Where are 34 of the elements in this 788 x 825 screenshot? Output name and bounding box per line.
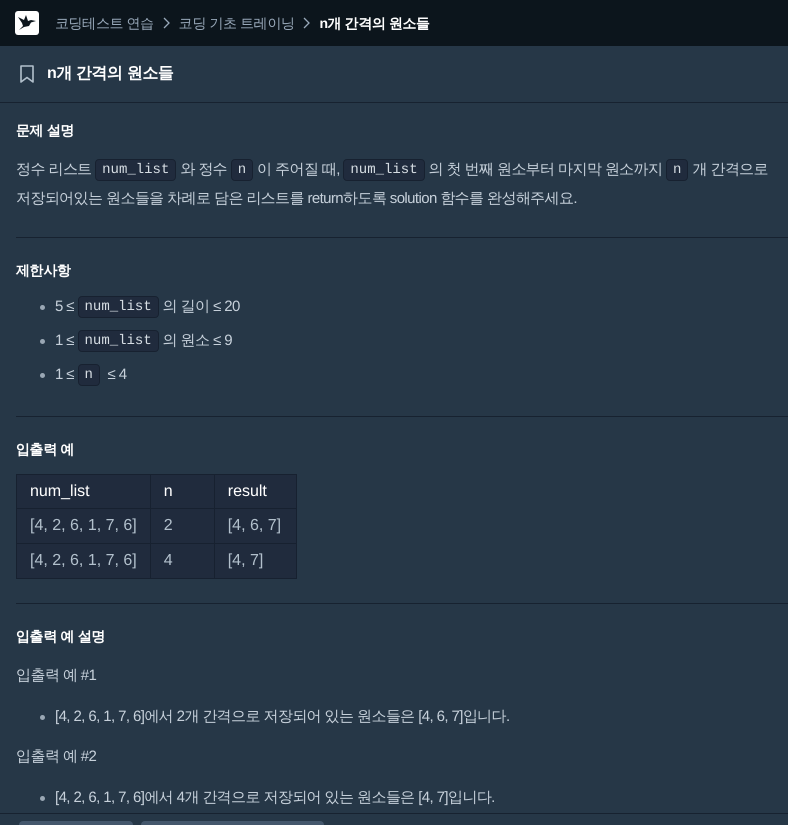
bird-logo-icon[interactable] [15,11,39,35]
breadcrumb-link[interactable]: 코딩테스트 연습 [55,13,154,33]
list-item-text: 1 ≤ n ≤ 4 [55,363,126,387]
paragraph-text: 입출력 예 #2 [16,747,98,767]
chevron-icon [162,17,170,29]
bullet-icon [40,796,45,800]
list-item-text: 5 ≤ num_list 의 길이 ≤ 20 [55,295,240,319]
bullet-icon [40,714,45,720]
table-cell: [4, 2, 6, 1, 7, 6] [16,544,150,578]
table-cell: [4, 6, 7] [214,508,296,544]
breadcrumb-current: n개 간격의 원소들 [319,14,430,33]
paragraph-text: 입출력 예 #1 [16,666,98,686]
column-header: n [150,474,214,508]
problem-title: n개 간격의 원소들 [47,64,174,84]
table-cell: 4 [150,544,214,578]
section-heading: 입출력 예 [16,440,76,459]
bullet-icon [40,304,45,310]
table-cell: 2 [150,508,214,544]
bookmark-icon[interactable] [20,65,34,83]
section-heading: 문제 설명 [16,121,76,140]
list-item-text: [4, 2, 6, 1, 7, 6]에서 4개 간격으로 저장되어 있는 원소들은 [4, 7]입니다. [55,788,495,808]
section-heading: 입출력 예 설명 [16,627,106,646]
bullet-icon [40,372,45,378]
paragraph-text: 정수 리스트 num_list 와 정수 n 이 주어질 때, num_list 의 첫 번째 원소부터 마지막 원소까지 n 개 간격으로 저장되어있는 원소들을 차례로 담은 리스트를 return하도록 solution 함수를 완성해주세요. [16,158,769,209]
bullet-icon [40,338,45,344]
list-item-text: 1 ≤ num_list 의 원소 ≤ 9 [55,329,232,353]
list-item-text: [4, 2, 6, 1, 7, 6]에서 2개 간격으로 저장되어 있는 원소들은 [4, 6, 7]입니다. [55,707,510,727]
chevron-icon [303,17,310,29]
column-header: result [214,474,296,508]
breadcrumb-link[interactable]: 코딩 기초 트레이닝 [178,13,294,33]
section-heading: 제한사항 [16,261,72,280]
column-header: num_list [16,474,150,508]
table-cell: [4, 7] [214,544,296,578]
table-cell: [4, 2, 6, 1, 7, 6] [16,508,150,544]
